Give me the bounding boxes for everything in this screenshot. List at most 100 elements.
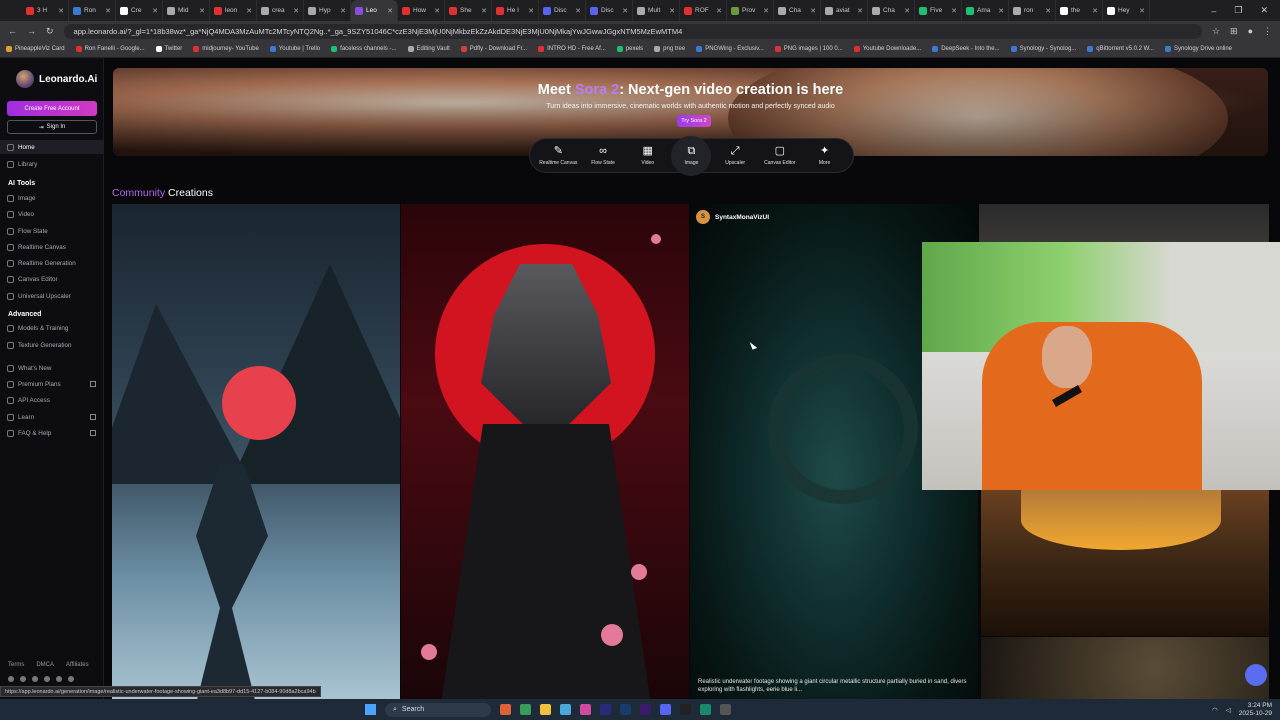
- maximize-icon[interactable]: ❐: [1234, 5, 1242, 16]
- bookmark-item[interactable]: DeepSeek - Into the...: [932, 46, 1000, 52]
- dmca-link[interactable]: DMCA: [36, 662, 54, 668]
- gallery-image-top-right[interactable]: [979, 204, 1269, 244]
- close-tab-icon[interactable]: ✕: [998, 7, 1004, 15]
- gallery-image-red-sun-valley[interactable]: [112, 204, 400, 700]
- gallery-image-samurai[interactable]: [401, 204, 689, 700]
- close-window-icon[interactable]: ✕: [1260, 5, 1268, 16]
- chat-support-button[interactable]: [1245, 664, 1267, 686]
- clock[interactable]: 3:24 PM 2025-10-29: [1239, 702, 1272, 716]
- app-icon[interactable]: [720, 704, 731, 715]
- browser-tab[interactable]: She ✕: [445, 0, 492, 21]
- browser-tab[interactable]: Cre ✕: [116, 0, 163, 21]
- wifi-icon[interactable]: ◠: [1212, 706, 1218, 714]
- profile-avatar[interactable]: ●: [1248, 26, 1253, 36]
- sidebar-item-flow-state[interactable]: Flow State: [0, 224, 104, 238]
- close-tab-icon[interactable]: ✕: [575, 7, 581, 15]
- affiliates-link[interactable]: Affiliates: [66, 662, 89, 668]
- bookmark-item[interactable]: Youtube Downloade...: [853, 46, 921, 52]
- sidebar-item-library[interactable]: Library: [0, 157, 104, 171]
- close-tab-icon[interactable]: ✕: [528, 7, 534, 15]
- sidebar-item-realtime-canvas[interactable]: Realtime Canvas: [0, 240, 104, 254]
- youtube-icon[interactable]: [44, 676, 50, 682]
- close-tab-icon[interactable]: ✕: [199, 7, 205, 15]
- bookmark-item[interactable]: png tree: [654, 46, 685, 52]
- instagram-icon[interactable]: [8, 676, 14, 682]
- sign-in-button[interactable]: ⇥ Sign In: [7, 120, 97, 134]
- bookmark-item[interactable]: Twitter: [155, 46, 182, 52]
- bookmark-item[interactable]: pexels: [616, 46, 643, 52]
- browser-tab[interactable]: Disc ✕: [539, 0, 586, 21]
- discord-taskbar-icon[interactable]: [660, 704, 671, 715]
- close-tab-icon[interactable]: ✕: [1092, 7, 1098, 15]
- discord-icon[interactable]: [20, 676, 26, 682]
- bookmark-item[interactable]: Synology - Synolog...: [1010, 46, 1076, 52]
- close-tab-icon[interactable]: ✕: [1139, 7, 1145, 15]
- tool-video[interactable]: ▦ Video: [627, 145, 669, 166]
- close-tab-icon[interactable]: ✕: [246, 7, 252, 15]
- sidebar-item-faq-help[interactable]: FAQ & Help: [0, 426, 104, 440]
- gallery-image-burger[interactable]: [981, 490, 1269, 636]
- file-explorer-icon[interactable]: [540, 704, 551, 715]
- bookmark-item[interactable]: qBittorrent v5.0.2 W...: [1087, 46, 1154, 52]
- browser-tab[interactable]: leon ✕: [210, 0, 257, 21]
- app-icon[interactable]: [520, 704, 531, 715]
- app-icon[interactable]: [680, 704, 691, 715]
- tool-canvas-editor[interactable]: ▢ Canvas Editor: [759, 145, 801, 166]
- close-tab-icon[interactable]: ✕: [481, 7, 487, 15]
- bookmark-item[interactable]: PNGWing - Exclusiv...: [696, 46, 764, 52]
- sidebar-item-canvas-editor[interactable]: Canvas Editor: [0, 272, 104, 286]
- bookmark-item[interactable]: Editing Vault: [407, 46, 450, 52]
- browser-tab[interactable]: Cha ✕: [774, 0, 821, 21]
- browser-tab[interactable]: the ✕: [1056, 0, 1103, 21]
- bookmark-item[interactable]: Youtube | Trello: [269, 46, 320, 52]
- browser-tab[interactable]: Mult ✕: [633, 0, 680, 21]
- sidebar-item-models-training[interactable]: Models & Training: [0, 321, 104, 335]
- gallery-image-bokeh[interactable]: [981, 637, 1269, 700]
- tool-upscaler[interactable]: ⤢ Upscaler: [714, 145, 756, 166]
- close-tab-icon[interactable]: ✕: [810, 7, 816, 15]
- close-tab-icon[interactable]: ✕: [340, 7, 346, 15]
- close-tab-icon[interactable]: ✕: [904, 7, 910, 15]
- sidebar-item-learn[interactable]: Learn: [0, 410, 104, 424]
- photoshop-icon[interactable]: [620, 704, 631, 715]
- sidebar-item-universal-upscaler[interactable]: Universal Upscaler: [0, 289, 104, 303]
- reload-icon[interactable]: ↻: [46, 26, 54, 37]
- try-sora-button[interactable]: Try Sora 2: [677, 115, 711, 127]
- tool-image[interactable]: ⧉ Image: [671, 135, 712, 176]
- brand-logo[interactable]: Leonardo.Ai: [16, 70, 97, 88]
- sidebar-item-api-access[interactable]: API Access: [0, 393, 104, 407]
- close-tab-icon[interactable]: ✕: [857, 7, 863, 15]
- browser-tab[interactable]: Prov ✕: [727, 0, 774, 21]
- sidebar-item-premium-plans[interactable]: Premium Plans: [0, 377, 104, 391]
- forward-icon[interactable]: →: [27, 26, 36, 36]
- app-icon[interactable]: [500, 704, 511, 715]
- taskbar-search[interactable]: ⌕ Search: [385, 702, 491, 717]
- browser-tab[interactable]: aviat ✕: [821, 0, 868, 21]
- browser-tab[interactable]: Cha ✕: [868, 0, 915, 21]
- bookmark-item[interactable]: PNG images | 100 0...: [774, 46, 843, 52]
- sidebar-item-texture-generation[interactable]: Texture Generation: [0, 338, 104, 352]
- browser-tab[interactable]: Ama ✕: [962, 0, 1009, 21]
- close-tab-icon[interactable]: ✕: [716, 7, 722, 15]
- sidebar-item-home[interactable]: Home: [0, 140, 104, 154]
- browser-tab[interactable]: Disc ✕: [586, 0, 633, 21]
- star-icon[interactable]: ☆: [1212, 26, 1220, 37]
- close-tab-icon[interactable]: ✕: [951, 7, 957, 15]
- back-icon[interactable]: ←: [8, 26, 17, 36]
- browser-tab[interactable]: Leo ✕: [351, 0, 398, 21]
- sidebar-item-image[interactable]: Image: [0, 191, 104, 205]
- tool-more[interactable]: ✦ More: [804, 145, 846, 166]
- close-tab-icon[interactable]: ✕: [669, 7, 675, 15]
- tiktok-icon[interactable]: [56, 676, 62, 682]
- minimize-icon[interactable]: –: [1211, 6, 1216, 16]
- close-tab-icon[interactable]: ✕: [293, 7, 299, 15]
- browser-tab[interactable]: 3 H ✕: [22, 0, 69, 21]
- sidebar-item-realtime-generation[interactable]: Realtime Generation: [0, 256, 104, 270]
- close-tab-icon[interactable]: ✕: [152, 7, 158, 15]
- extensions-icon[interactable]: ⊞: [1230, 26, 1238, 37]
- premiere-icon[interactable]: [640, 704, 651, 715]
- chrome-icon[interactable]: [560, 704, 571, 715]
- tool-realtime-canvas[interactable]: ✎ Realtime Canvas: [537, 145, 579, 166]
- menu-icon[interactable]: ⋮: [1263, 26, 1272, 37]
- browser-tab[interactable]: Ron ✕: [69, 0, 116, 21]
